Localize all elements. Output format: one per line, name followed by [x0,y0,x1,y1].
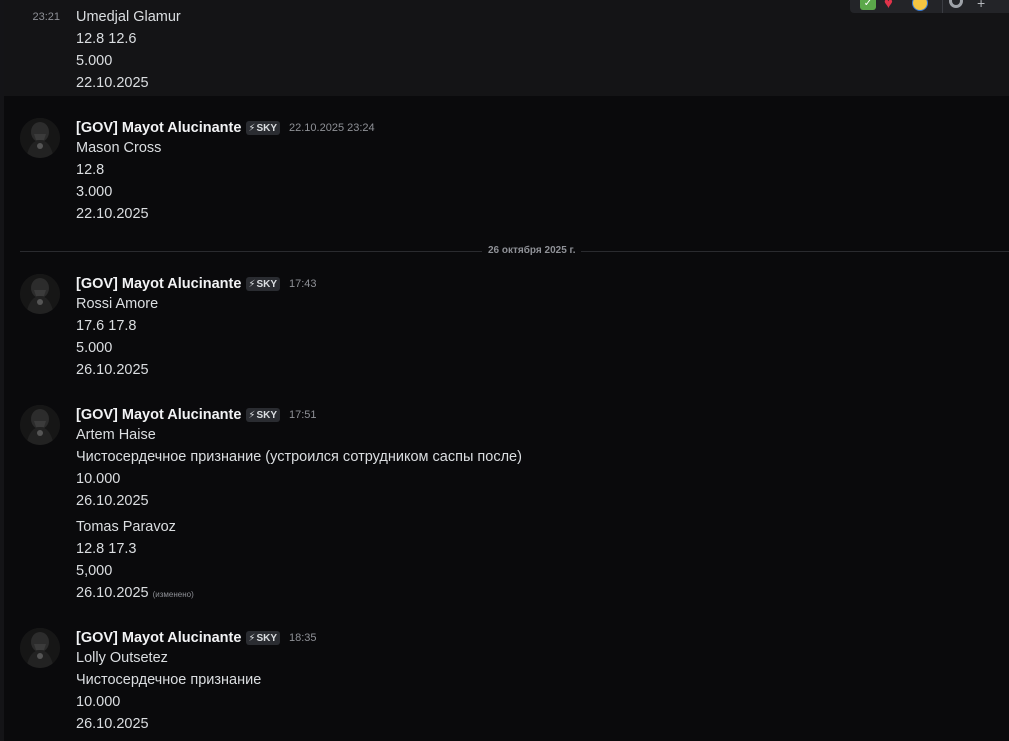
avatar[interactable] [20,118,60,158]
message-line: Lolly Outsetez [76,650,168,666]
message-timestamp[interactable]: 17:43 [289,278,317,290]
message-line: 5.000 [76,340,113,356]
message-content: Rossi Amore 17.6 17.8 5.000 26.10.2025 [76,293,158,381]
message-line: 12.8 17.3 [76,541,137,557]
server-tag[interactable]: ⚡ SKY [246,408,281,422]
server-tag[interactable]: ⚡ SKY [246,631,281,645]
message-content: Umedjal Glamur 12.8 12.6 5.000 22.10.202… [76,6,181,94]
message-content: Artem Haise Чистосердечное признание (ус… [76,424,522,512]
message-line: 10.000 [76,694,121,710]
message-header: [GOV] Mayot Alucinante ⚡ SKY 17:43 [76,275,317,293]
message-line: 3.000 [76,184,113,200]
server-tag[interactable]: ⚡ SKY [246,121,281,135]
add-reaction-icon[interactable] [949,0,971,13]
message-line: 22.10.2025 [76,75,149,91]
username[interactable]: [GOV] Mayot Alucinante [76,630,241,646]
avatar[interactable] [20,405,60,445]
message-line: 22.10.2025 [76,206,149,222]
message-line: 12.8 12.6 [76,31,137,47]
check-reaction-icon[interactable]: ✓ [856,0,878,13]
message-line: Artem Haise [76,427,156,443]
message-content: Lolly Outsetez Чистосердечное признание … [76,647,261,735]
message-line: 10.000 [76,471,121,487]
message-line: Чистосердечное признание (устроился сотр… [76,449,522,465]
toolbar-divider [942,0,943,13]
message-line: Mason Cross [76,140,162,156]
message-content: Mason Cross 12.8 3.000 22.10.2025 [76,137,161,225]
face-emoji-icon[interactable] [912,0,934,13]
avatar[interactable] [20,628,60,668]
message-line: Rossi Amore [76,296,159,312]
message-line: 12.8 [76,162,105,178]
message-line: 26.10.2025 (изменено) [76,582,194,604]
server-tag-label: SKY [256,632,278,644]
message-header: [GOV] Mayot Alucinante ⚡ SKY 22.10.2025 … [76,119,375,137]
message-header: [GOV] Mayot Alucinante ⚡ SKY 17:51 [76,406,317,424]
server-tag-label: SKY [256,278,278,290]
avatar[interactable] [20,274,60,314]
server-tag-label: SKY [256,409,278,421]
message[interactable]: [GOV] Mayot Alucinante ⚡ SKY 22.10.2025 … [4,98,1009,234]
edited-label[interactable]: (изменено) [153,590,194,599]
message-continuation[interactable]: Tomas Paravoz 12.8 17.3 5,000 26.10.2025… [4,512,1009,608]
message-line: 17.6 17.8 [76,318,137,334]
lightning-icon: ⚡ [248,632,256,644]
server-tag[interactable]: ⚡ SKY [246,277,281,291]
more-options-icon[interactable]: + [977,0,999,13]
message[interactable]: [GOV] Mayot Alucinante ⚡ SKY 18:35 Lolly… [4,608,1009,741]
message-line: Tomas Paravoz [76,519,176,535]
lightning-icon: ⚡ [248,409,256,421]
message-hover-toolbar: ✓ ♥ + [850,0,1009,13]
server-tag-label: SKY [256,122,278,134]
username[interactable]: [GOV] Mayot Alucinante [76,407,241,423]
message-content: Tomas Paravoz 12.8 17.3 5,000 26.10.2025… [76,516,194,604]
heart-reaction-icon[interactable]: ♥ [884,0,906,13]
message-timestamp[interactable]: 22.10.2025 23:24 [289,122,375,134]
chat-messages-area[interactable]: 23:21 Umedjal Glamur 12.8 12.6 5.000 22.… [0,0,1009,741]
lightning-icon: ⚡ [248,278,256,290]
message-timestamp[interactable]: 17:51 [289,409,317,421]
message-line: 26.10.2025 [76,493,149,509]
message[interactable]: [GOV] Mayot Alucinante ⚡ SKY 17:51 Artem… [4,385,1009,511]
message-line: 5,000 [76,563,113,579]
message-line: Чистосердечное признание [76,672,262,688]
message-line: 26.10.2025 [76,362,149,378]
username[interactable]: [GOV] Mayot Alucinante [76,120,241,136]
message-line-text: 26.10.2025 [76,585,149,601]
message-continuation[interactable]: 23:21 Umedjal Glamur 12.8 12.6 5.000 22.… [4,0,1009,96]
message-timestamp[interactable]: 18:35 [289,632,317,644]
lightning-icon: ⚡ [248,122,256,134]
username[interactable]: [GOV] Mayot Alucinante [76,276,241,292]
message-line: 26.10.2025 [76,716,149,732]
message-hover-time: 23:21 [32,11,60,23]
message-header: [GOV] Mayot Alucinante ⚡ SKY 18:35 [76,629,317,647]
message[interactable]: [GOV] Mayot Alucinante ⚡ SKY 17:43 Rossi… [4,254,1009,390]
message-line: 5.000 [76,53,113,69]
message-line: Umedjal Glamur [76,9,181,25]
